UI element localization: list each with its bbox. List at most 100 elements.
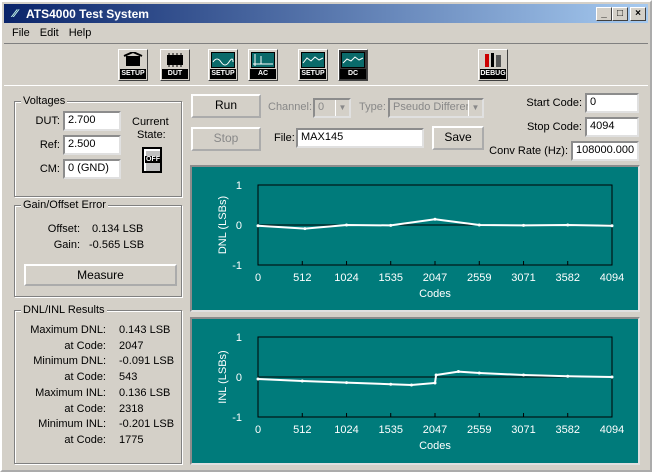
- result-label: at Code:: [64, 339, 106, 352]
- type-select[interactable]: Pseudo Differer ▼: [388, 98, 484, 118]
- file-field[interactable]: MAX145: [296, 128, 424, 148]
- save-button[interactable]: Save: [432, 126, 484, 150]
- x-tick-label: 1535: [378, 272, 402, 284]
- x-tick-label: 512: [293, 272, 311, 284]
- result-label: Minimum INL:: [38, 418, 106, 431]
- x-tick-label: 0: [255, 272, 261, 284]
- x-tick-label: 2559: [467, 424, 491, 436]
- measure-button[interactable]: Measure: [24, 264, 177, 286]
- debug-button[interactable]: DEBUG: [478, 49, 508, 81]
- type-value: Pseudo Differer: [393, 101, 470, 113]
- dc-setup-icon: [301, 52, 325, 68]
- result-label: Minimum DNL:: [33, 355, 106, 368]
- inl-chart: 0 512 1024 1535 2047 2559 3071 3582 4094 1 0 -1 Code…: [190, 317, 640, 465]
- results-title: DNL/INL Results: [21, 304, 107, 316]
- dnl-chart: 0 512 1024 1535 2047 2559 3071 3582 4094 1 0 -1 Code…: [190, 165, 640, 312]
- setup-chip-button[interactable]: SETUP: [118, 49, 148, 81]
- data-point: [456, 370, 460, 374]
- y-tick-label: 0: [236, 372, 242, 384]
- x-axis-label: Codes: [419, 440, 451, 452]
- close-button[interactable]: ×: [630, 7, 646, 21]
- result-label: Maximum DNL:: [30, 324, 106, 336]
- state-label: State:: [137, 129, 166, 141]
- data-point: [300, 379, 304, 383]
- y-axis-label: INL (LSBs): [217, 350, 229, 403]
- setup-chip-icon: [121, 50, 145, 68]
- data-point: [566, 223, 570, 227]
- result-label: at Code:: [64, 371, 106, 384]
- y-tick-label: 1: [236, 332, 242, 344]
- ref-voltage-field[interactable]: 2.500: [63, 135, 121, 155]
- chevron-down-icon: ▼: [335, 100, 349, 116]
- conv-rate-label: Conv Rate (Hz):: [489, 145, 568, 157]
- dc-setup-button[interactable]: SETUP: [298, 49, 328, 81]
- power-switch-icon[interactable]: OFF: [142, 147, 162, 173]
- minimize-button[interactable]: _: [596, 7, 612, 21]
- run-button[interactable]: Run: [191, 94, 261, 118]
- data-point: [303, 227, 307, 231]
- dnl-chart-svg: 0 512 1024 1535 2047 2559 3071 3582 4094 1 0 -1 Code…: [217, 180, 624, 300]
- data-point: [610, 375, 614, 379]
- maximize-button[interactable]: □: [612, 7, 628, 21]
- debug-tools-icon: [481, 52, 505, 68]
- cm-label: CM:: [39, 163, 60, 175]
- channel-label: Channel:: [268, 101, 313, 113]
- y-tick-label: -1: [232, 412, 242, 424]
- dut-chip-button[interactable]: DUT: [160, 49, 190, 81]
- data-point: [345, 381, 349, 385]
- offset-label: Offset:: [47, 223, 80, 235]
- ats-logo-icon: ∕∕: [13, 7, 17, 20]
- stop-button[interactable]: Stop: [191, 127, 261, 151]
- title-bar[interactable]: ∕∕ ATS4000 Test System _ □ ×: [4, 4, 648, 23]
- cm-voltage-field[interactable]: 0 (GND): [63, 159, 121, 179]
- start-code-field[interactable]: 0: [585, 93, 639, 113]
- menu-help[interactable]: Help: [69, 27, 92, 39]
- result-value: -0.091 LSB: [119, 355, 175, 368]
- x-tick-label: 1024: [334, 424, 358, 436]
- ac-chart-icon: [251, 52, 275, 68]
- y-axis-label: DNL (LSBs): [217, 196, 229, 254]
- x-tick-label: 0: [255, 424, 261, 436]
- ac-setup-icon: [211, 52, 235, 68]
- channel-select[interactable]: 0 ▼: [313, 98, 351, 118]
- dut-chip-icon: [163, 52, 187, 68]
- data-point: [433, 217, 437, 221]
- ac-chart-button[interactable]: AC: [248, 49, 278, 81]
- menu-bar: File Edit Help: [4, 24, 648, 42]
- data-point: [610, 224, 614, 228]
- result-value: 0.136 LSB: [119, 386, 171, 399]
- x-tick-label: 3071: [511, 272, 535, 284]
- data-point: [477, 223, 481, 227]
- switch-state-text: OFF: [145, 156, 161, 163]
- dut-label: DUT:: [35, 115, 60, 127]
- x-tick-label: 2047: [423, 272, 447, 284]
- y-tick-label: -1: [232, 260, 242, 272]
- x-tick-label: 4094: [600, 272, 624, 284]
- main-window: ∕∕ ATS4000 Test System _ □ × File Edit H…: [0, 0, 652, 472]
- menu-file[interactable]: File: [12, 27, 30, 39]
- menu-edit[interactable]: Edit: [40, 27, 59, 39]
- x-axis-label: Codes: [419, 288, 451, 300]
- data-point: [409, 383, 413, 387]
- data-point: [389, 382, 393, 386]
- gain-offset-title: Gain/Offset Error: [21, 199, 108, 211]
- dut-voltage-field[interactable]: 2.700: [63, 111, 121, 131]
- result-value: -0.201 LSB: [119, 418, 175, 431]
- gain-value: -0.565 LSB: [89, 239, 145, 251]
- data-point: [256, 377, 260, 381]
- stop-code-field[interactable]: 4094: [585, 117, 639, 137]
- chevron-down-icon: ▼: [468, 100, 482, 116]
- result-value: 2047: [119, 339, 144, 352]
- data-point: [433, 381, 437, 385]
- stop-code-label: Stop Code:: [526, 121, 582, 133]
- voltages-title: Voltages: [21, 95, 68, 107]
- conv-rate-field[interactable]: 108000.000: [571, 141, 639, 161]
- inl-chart-svg: 0 512 1024 1535 2047 2559 3071 3582 4094 1 0 -1 Code…: [217, 332, 624, 452]
- x-tick-label: 1024: [334, 272, 358, 284]
- ac-setup-button[interactable]: SETUP: [208, 49, 238, 81]
- result-label: at Code:: [64, 402, 106, 415]
- data-point: [256, 224, 260, 228]
- dc-chart-button[interactable]: DC: [338, 49, 368, 81]
- start-code-label: Start Code:: [526, 97, 582, 109]
- ref-label: Ref:: [39, 139, 60, 151]
